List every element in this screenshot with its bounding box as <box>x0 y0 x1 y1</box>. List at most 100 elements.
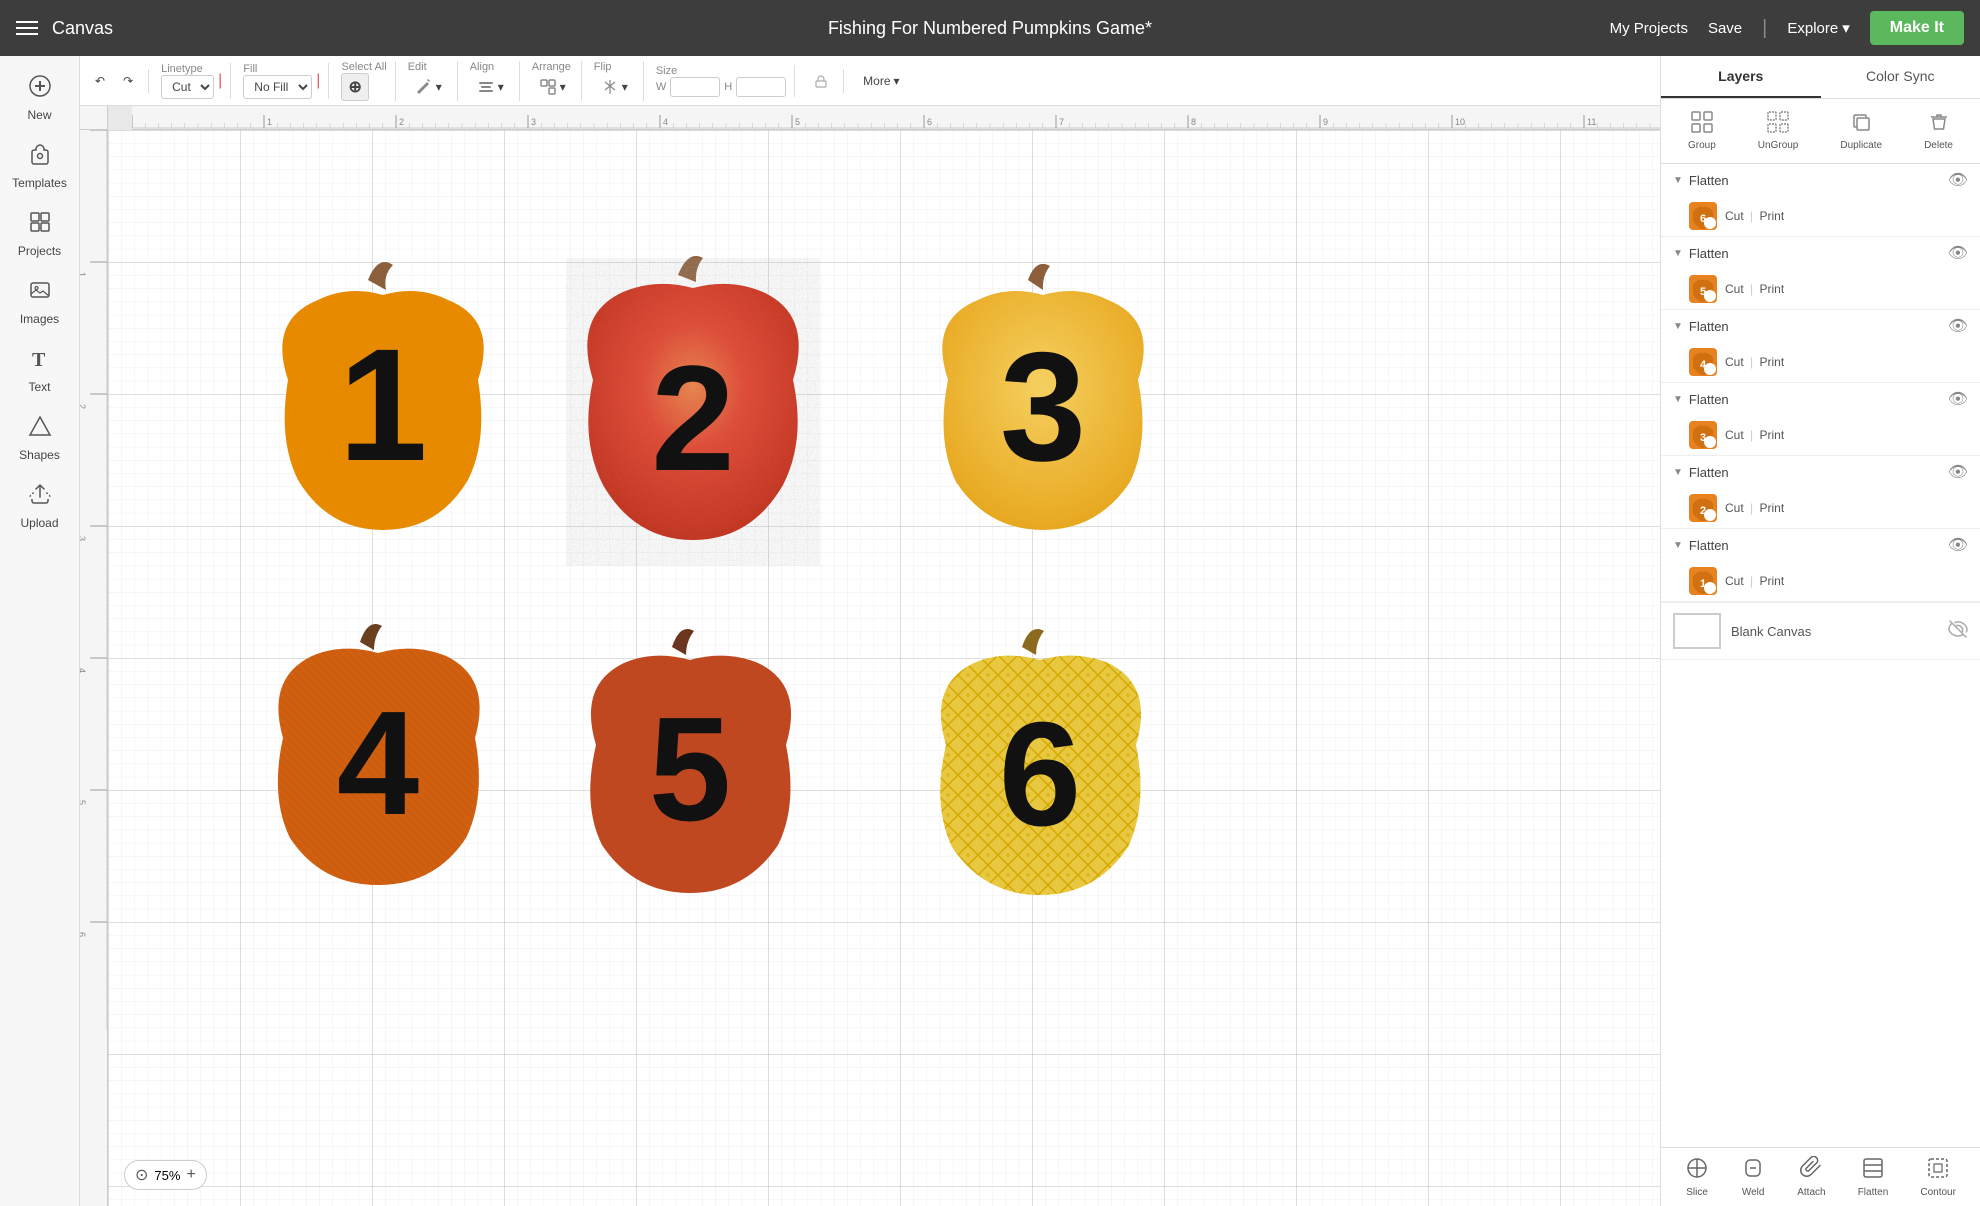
visibility-icon-3[interactable]: 👁 <box>1948 389 1968 409</box>
pumpkin-2[interactable]: 2 <box>548 230 838 590</box>
layer-item-5[interactable]: 5 5 Cut | Print <box>1661 269 1980 309</box>
select-all-icon: ⊕ <box>348 77 361 97</box>
weld-button[interactable]: Weld <box>1741 1156 1765 1198</box>
pumpkin-3[interactable]: 3 <box>898 240 1188 570</box>
flatten-header-4[interactable]: ▼ Flatten 👁 <box>1661 310 1980 342</box>
edit-col: Edit ▾ <box>408 61 449 101</box>
width-input[interactable] <box>670 77 720 97</box>
tab-layers[interactable]: Layers <box>1661 56 1821 98</box>
select-all-group: Select All ⊕ <box>341 61 395 101</box>
toolbar: ↶ ↷ Linetype Cut | Fill No Fill <box>80 56 1660 106</box>
svg-text:8: 8 <box>1191 117 1196 127</box>
sidebar-item-templates[interactable]: Templates <box>0 132 79 200</box>
blank-canvas-thumbnail <box>1673 613 1721 649</box>
arrange-dropdown-icon: ▾ <box>560 80 566 94</box>
flip-button[interactable]: ▾ <box>594 73 635 101</box>
delete-button[interactable]: Delete <box>1916 107 1961 155</box>
select-all-label: Select All <box>341 61 386 73</box>
left-sidebar: New Templates Projects <box>0 56 80 1206</box>
duplicate-icon <box>1850 111 1872 138</box>
svg-text:4: 4 <box>337 681 419 846</box>
align-button[interactable]: ▾ <box>470 73 511 101</box>
flatten-header-3[interactable]: ▼ Flatten 👁 <box>1661 383 1980 415</box>
ruler-corner <box>80 106 108 130</box>
sidebar-item-text[interactable]: T Text <box>0 336 79 404</box>
layer-item-2[interactable]: 2 2 Cut | Print <box>1661 488 1980 528</box>
layer-item-3[interactable]: 3 3 Cut | Print <box>1661 415 1980 455</box>
svg-text:5: 5 <box>795 117 800 127</box>
ungroup-icon <box>1767 111 1789 138</box>
visibility-icon-6[interactable]: 👁 <box>1948 170 1968 190</box>
linetype-label: Linetype <box>161 63 203 75</box>
redo-button[interactable]: ↷ <box>116 69 140 93</box>
layer-thumb-4: 4 4 <box>1689 348 1717 376</box>
nav-right: My Projects Save | Explore ▾ Make It <box>1610 11 1964 45</box>
my-projects-button[interactable]: My Projects <box>1610 20 1688 37</box>
select-all-button[interactable]: ⊕ <box>341 73 368 101</box>
linetype-select[interactable]: Cut <box>161 75 214 99</box>
pumpkin-4[interactable]: 4 <box>238 600 523 920</box>
contour-button[interactable]: Contour <box>1920 1156 1956 1198</box>
sidebar-item-label-projects: Projects <box>18 244 61 258</box>
visibility-icon-2[interactable]: 👁 <box>1948 462 1968 482</box>
zoom-target-button[interactable]: ⊙ <box>135 1165 148 1185</box>
sidebar-item-new[interactable]: New <box>0 64 79 132</box>
slice-button[interactable]: Slice <box>1685 1156 1709 1198</box>
lock-ratio-button[interactable] <box>807 69 835 93</box>
pumpkin-6[interactable]: 6 <box>898 605 1183 935</box>
canvas-area: // Ruler ticks inline - handled in JS be… <box>80 106 1660 1206</box>
undo-button[interactable]: ↶ <box>88 69 112 93</box>
make-it-button[interactable]: Make It <box>1870 11 1964 45</box>
flatten-header-5[interactable]: ▼ Flatten 👁 <box>1661 237 1980 269</box>
arrange-col: Arrange ▾ <box>532 61 573 101</box>
visibility-icon-1[interactable]: 👁 <box>1948 535 1968 555</box>
flatten-button[interactable]: Flatten <box>1858 1156 1889 1198</box>
layer-item-6[interactable]: 6 6 Cut | Print <box>1661 196 1980 236</box>
layer-item-4[interactable]: 4 4 Cut | Print <box>1661 342 1980 382</box>
grid-row: 12345678910 <box>80 130 1660 1206</box>
visibility-icon-4[interactable]: 👁 <box>1948 316 1968 336</box>
sidebar-item-label-text: Text <box>28 380 50 394</box>
flip-group: Flip ▾ <box>594 61 644 101</box>
sidebar-item-images[interactable]: Images <box>0 268 79 336</box>
grid-canvas[interactable]: 1 <box>108 130 1660 1206</box>
nav-divider: | <box>1762 17 1767 40</box>
delete-icon <box>1928 111 1950 138</box>
sidebar-item-projects[interactable]: Projects <box>0 200 79 268</box>
zoom-in-button[interactable]: + <box>186 1166 195 1184</box>
edit-button[interactable]: ▾ <box>408 73 449 101</box>
svg-text:2: 2 <box>80 404 87 409</box>
sidebar-item-upload[interactable]: Upload <box>0 472 79 540</box>
layer-item-1[interactable]: 1 1 Cut | Print <box>1661 561 1980 601</box>
flatten-header-1[interactable]: ▼ Flatten 👁 <box>1661 529 1980 561</box>
explore-button[interactable]: Explore ▾ <box>1787 19 1849 37</box>
pumpkin-1[interactable]: 1 <box>238 240 528 570</box>
slice-icon <box>1685 1156 1709 1185</box>
arrange-button[interactable]: ▾ <box>532 73 573 101</box>
pumpkin-5[interactable]: 5 <box>548 605 833 925</box>
visibility-hidden-icon[interactable] <box>1948 619 1968 644</box>
svg-text:1: 1 <box>339 315 428 494</box>
panel-tabs: Layers Color Sync <box>1661 56 1980 99</box>
save-button[interactable]: Save <box>1708 20 1742 37</box>
hamburger-menu[interactable] <box>16 21 38 35</box>
more-button[interactable]: More ▾ <box>856 69 906 93</box>
ungroup-button[interactable]: UnGroup <box>1750 107 1807 155</box>
main-layout: New Templates Projects <box>0 56 1980 1206</box>
sidebar-item-shapes[interactable]: Shapes <box>0 404 79 472</box>
fill-col: Fill No Fill <box>243 63 312 99</box>
flatten-header-6[interactable]: ▼ Flatten 👁 <box>1661 164 1980 196</box>
attach-button[interactable]: Attach <box>1797 1156 1825 1198</box>
svg-text:5: 5 <box>649 687 731 852</box>
visibility-icon-5[interactable]: 👁 <box>1948 243 1968 263</box>
blank-canvas-row[interactable]: Blank Canvas <box>1661 602 1980 660</box>
group-button[interactable]: Group <box>1680 107 1724 155</box>
duplicate-button[interactable]: Duplicate <box>1832 107 1890 155</box>
flatten-header-2[interactable]: ▼ Flatten 👁 <box>1661 456 1980 488</box>
flatten-group-1: ▼ Flatten 👁 1 1 Cut | Print <box>1661 529 1980 602</box>
svg-text:6: 6 <box>999 692 1081 857</box>
tab-color-sync[interactable]: Color Sync <box>1821 56 1980 98</box>
fill-select[interactable]: No Fill <box>243 75 312 99</box>
layer-badge-5: 5 <box>1704 290 1716 302</box>
height-input[interactable] <box>736 77 786 97</box>
